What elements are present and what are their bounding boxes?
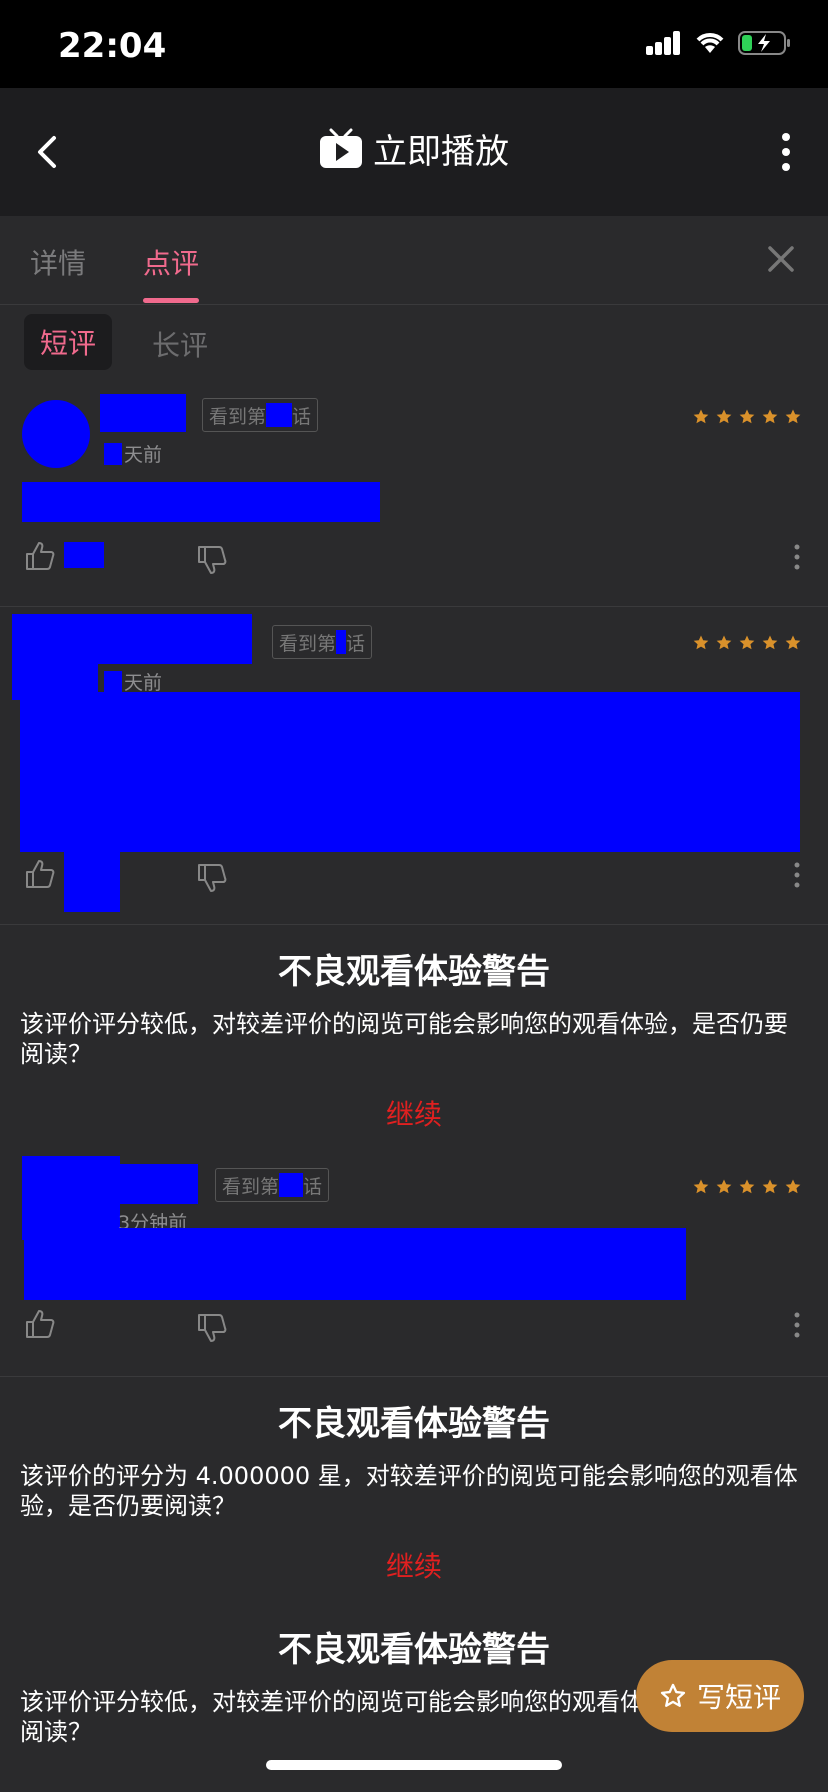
- status-time: 22:04: [58, 26, 167, 66]
- subtab-short-review[interactable]: 短评: [24, 314, 112, 370]
- review-content: [20, 692, 800, 852]
- thumbs-down-icon[interactable]: [196, 544, 228, 576]
- bad-experience-warning: 不良观看体验警告 该评价的评分为 4.000000 星，对较差评价的阅览可能会影…: [0, 1396, 828, 1596]
- episode-prefix: 看到第: [209, 405, 267, 428]
- nav-title: 立即播放: [373, 132, 509, 172]
- review-item: 看到第话 3分钟前: [0, 1148, 828, 1377]
- star-rating: [692, 634, 802, 652]
- episode-badge: 看到第话: [215, 1168, 330, 1202]
- close-icon[interactable]: [766, 244, 796, 274]
- review-more-icon[interactable]: [794, 862, 800, 888]
- star-icon: [739, 1179, 755, 1194]
- status-icons: [646, 30, 792, 56]
- warning-body: 该评价的评分为 4.000000 星，对较差评价的阅览可能会影响您的观看体验，是…: [20, 1462, 798, 1520]
- thumbs-down-icon[interactable]: [196, 1312, 228, 1344]
- star-icon: [693, 409, 709, 424]
- review-time: 天前: [104, 440, 162, 467]
- star-icon: [739, 635, 755, 650]
- review-content: [24, 1228, 686, 1300]
- username[interactable]: [100, 394, 186, 432]
- continue-button[interactable]: 继续: [0, 1545, 828, 1585]
- star-icon: [693, 635, 709, 650]
- review-more-icon[interactable]: [794, 544, 800, 570]
- review-content: [22, 482, 380, 522]
- write-button-label: 写短评: [696, 1681, 781, 1714]
- review-time-text: 天前: [124, 672, 163, 694]
- review-item: 看到第 话 天前: [0, 378, 828, 607]
- star-icon: [762, 409, 778, 424]
- episode-suffix: 话: [303, 1175, 323, 1198]
- write-short-review-button[interactable]: 写短评: [636, 1660, 804, 1732]
- episode-number: [336, 630, 347, 654]
- star-icon: [785, 635, 801, 650]
- review-item: 看到第话 天前: [0, 606, 828, 925]
- home-indicator: [266, 1760, 562, 1770]
- continue-button[interactable]: 继续: [0, 1093, 828, 1133]
- avatar[interactable]: [22, 400, 90, 468]
- episode-number: [279, 1173, 304, 1197]
- star-icon: [762, 1179, 778, 1194]
- tv-play-icon: [320, 128, 362, 168]
- more-options-icon[interactable]: [780, 132, 792, 172]
- tab-detail[interactable]: 详情: [30, 242, 86, 282]
- star-icon: [716, 635, 732, 650]
- warning-body: 该评价评分较低，对较差评价的阅览可能会影响您的观看体验，是否仍要阅读？: [20, 1010, 788, 1068]
- tab-review[interactable]: 点评: [143, 242, 199, 282]
- episode-suffix: 话: [346, 632, 366, 655]
- episode-prefix: 看到第: [279, 632, 337, 655]
- thumbs-up-icon[interactable]: [24, 540, 56, 572]
- thumbs-down-icon[interactable]: [196, 862, 228, 894]
- thumbs-up-icon[interactable]: [24, 858, 56, 890]
- episode-suffix: 话: [292, 405, 312, 428]
- star-icon: [716, 409, 732, 424]
- star-icon: [762, 635, 778, 650]
- battery-icon: [738, 31, 790, 55]
- episode-badge: 看到第话: [272, 625, 373, 659]
- star-rating: [692, 1178, 802, 1196]
- tab-bar: 详情 点评: [0, 216, 828, 305]
- wifi-icon: [696, 33, 724, 53]
- like-count: [64, 542, 104, 568]
- review-more-icon[interactable]: [794, 1312, 800, 1338]
- star-icon: [739, 409, 755, 424]
- star-icon: [716, 1179, 732, 1194]
- bad-experience-warning: 不良观看体验警告 该评价评分较低，对较差评价的阅览可能会影响您的观看体验，是否仍…: [0, 944, 828, 1148]
- status-bar: 22:04: [0, 0, 828, 88]
- play-now-button[interactable]: 立即播放: [0, 124, 828, 173]
- star-rating: [692, 408, 802, 426]
- like-count: [64, 852, 120, 912]
- star-outline-icon: [660, 1683, 686, 1707]
- subtab-long-review[interactable]: 长评: [152, 324, 208, 364]
- thumbs-up-icon[interactable]: [24, 1308, 56, 1340]
- star-icon: [785, 1179, 801, 1194]
- star-icon: [693, 1179, 709, 1194]
- warning-title: 不良观看体验警告: [278, 952, 550, 992]
- episode-number: [266, 403, 293, 427]
- cellular-signal-icon: [646, 31, 680, 55]
- episode-prefix: 看到第: [222, 1175, 280, 1198]
- tab-indicator: [143, 298, 199, 303]
- nav-bar: 立即播放: [0, 88, 828, 216]
- episode-badge: 看到第 话: [202, 398, 319, 432]
- star-icon: [785, 409, 801, 424]
- review-time-text: 天前: [124, 444, 163, 466]
- warning-title: 不良观看体验警告: [278, 1404, 550, 1444]
- review-type-tabs: 短评 长评: [0, 304, 828, 378]
- review-time: 天前: [104, 668, 162, 695]
